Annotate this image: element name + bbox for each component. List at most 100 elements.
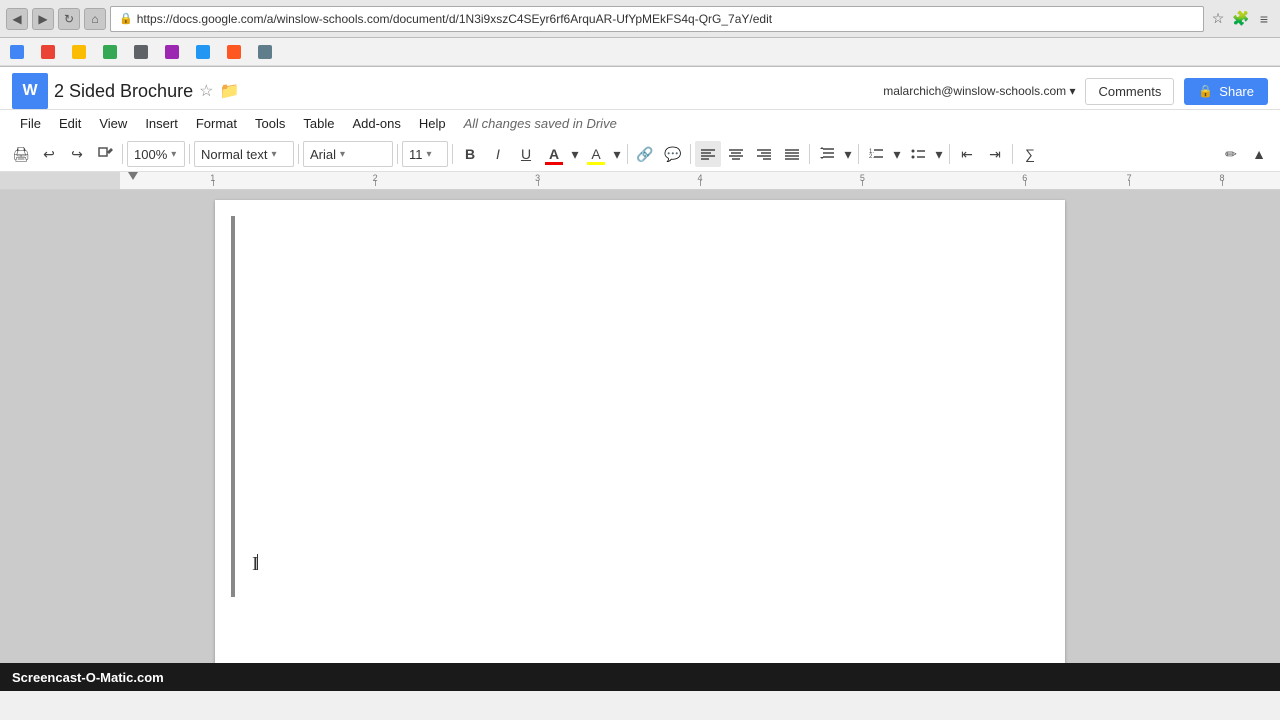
- sidebar-right: [1160, 190, 1280, 663]
- screencast-bar: Screencast-O-Matic.com: [0, 663, 1280, 691]
- line-spacing-button[interactable]: [814, 141, 840, 167]
- title-right: malarchich@winslow-schools.com ▾ Comment…: [883, 78, 1268, 105]
- align-left-button[interactable]: [695, 141, 721, 167]
- numbered-list-button[interactable]: 1.2.: [863, 141, 889, 167]
- menu-format[interactable]: Format: [188, 112, 245, 135]
- star-icon[interactable]: ☆: [199, 81, 213, 101]
- ruler-track: 1 2 3 4 5 6 7 8: [120, 172, 1280, 189]
- forward-button[interactable]: ▶: [32, 8, 54, 30]
- redo-button[interactable]: ↪: [64, 141, 90, 167]
- style-dropdown[interactable]: Normal text ▾: [194, 141, 294, 167]
- increase-indent-button[interactable]: ⇥: [982, 141, 1008, 167]
- separator-10: [949, 144, 950, 164]
- zoom-caret: ▾: [171, 149, 176, 160]
- comment-button[interactable]: 💬: [660, 141, 686, 167]
- ruler-num-2: 2: [373, 173, 378, 183]
- menu-file[interactable]: File: [12, 112, 49, 135]
- bookmark-item-2[interactable]: [35, 43, 64, 61]
- sidebar-left: [0, 190, 120, 663]
- docs-app: W 2 Sided Brochure ☆ 📁 malarchich@winslo…: [0, 67, 1280, 663]
- folder-icon[interactable]: 📁: [219, 81, 239, 101]
- align-right-button[interactable]: [751, 141, 777, 167]
- address-icon: 🔒: [119, 12, 133, 25]
- align-justify-button[interactable]: [779, 141, 805, 167]
- underline-button[interactable]: U: [513, 141, 539, 167]
- bookmark-item-5[interactable]: [128, 43, 157, 61]
- doc-table[interactable]: [231, 216, 235, 597]
- font-dropdown[interactable]: Arial ▾: [303, 141, 393, 167]
- menu-help[interactable]: Help: [411, 112, 454, 135]
- ruler: 1 2 3 4 5 6 7 8: [0, 172, 1280, 190]
- font-color-underline: [545, 162, 563, 165]
- star-bookmark-icon[interactable]: ☆: [1208, 9, 1228, 29]
- menu-addons[interactable]: Add-ons: [344, 112, 408, 135]
- lock-icon: 🔒: [1198, 84, 1213, 98]
- comments-button[interactable]: Comments: [1085, 78, 1174, 105]
- bookmark-item-6[interactable]: [159, 43, 188, 61]
- ruler-num-3: 3: [535, 173, 540, 183]
- separator-9: [858, 144, 859, 164]
- link-button[interactable]: 🔗: [632, 141, 658, 167]
- share-label: Share: [1219, 84, 1254, 99]
- ruler-num-4: 4: [697, 173, 702, 183]
- table-cell-3[interactable]: [234, 217, 235, 597]
- font-color-button[interactable]: A: [541, 141, 567, 167]
- separator-6: [627, 144, 628, 164]
- menu-view[interactable]: View: [91, 112, 135, 135]
- bookmark-item-8[interactable]: [221, 43, 250, 61]
- highlight-button[interactable]: A: [583, 141, 609, 167]
- back-button[interactable]: ◀: [6, 8, 28, 30]
- bulleted-list-button[interactable]: [905, 141, 931, 167]
- separator-11: [1012, 144, 1013, 164]
- print-button[interactable]: 🖨: [8, 141, 34, 167]
- doc-title-text[interactable]: 2 Sided Brochure: [54, 81, 193, 102]
- bold-button[interactable]: B: [457, 141, 483, 167]
- doc-content[interactable]: I: [120, 190, 1160, 663]
- bookmark-item-4[interactable]: [97, 43, 126, 61]
- menu-tools[interactable]: Tools: [247, 112, 293, 135]
- edit-mode-button[interactable]: ✏: [1218, 141, 1244, 167]
- zoom-value: 100%: [134, 147, 167, 162]
- screencast-text: Screencast-O-Matic.com: [12, 670, 164, 685]
- menu-table[interactable]: Table: [295, 112, 342, 135]
- font-color-caret[interactable]: ▾: [569, 141, 581, 167]
- menu-edit[interactable]: Edit: [51, 112, 89, 135]
- toolbar-right-buttons: ✏ ▲: [1218, 141, 1272, 167]
- bookmark-item-3[interactable]: [66, 43, 95, 61]
- i-beam-cursor: I: [252, 553, 259, 576]
- doc-page[interactable]: I: [215, 200, 1065, 663]
- style-caret: ▾: [271, 149, 276, 160]
- address-bar[interactable]: 🔒 https://docs.google.com/a/winslow-scho…: [110, 6, 1204, 32]
- formula-button[interactable]: ∑: [1017, 141, 1043, 167]
- bookmark-item[interactable]: [4, 43, 33, 61]
- bookmark-item-7[interactable]: [190, 43, 219, 61]
- user-email[interactable]: malarchich@winslow-schools.com ▾: [883, 84, 1075, 98]
- font-size-dropdown[interactable]: 11 ▾: [402, 141, 448, 167]
- menu-insert[interactable]: Insert: [137, 112, 186, 135]
- toolbar: 🖨 ↩ ↪ 100% ▾ Normal text ▾ Arial ▾ 11 ▾: [0, 137, 1280, 172]
- bookmark-item-9[interactable]: [252, 43, 281, 61]
- highlight-caret[interactable]: ▾: [611, 141, 623, 167]
- home-button[interactable]: ⌂: [84, 8, 106, 30]
- style-value: Normal text: [201, 147, 267, 162]
- zoom-dropdown[interactable]: 100% ▾: [127, 141, 185, 167]
- share-button[interactable]: 🔒 Share: [1184, 78, 1268, 105]
- line-spacing-caret[interactable]: ▾: [842, 141, 854, 167]
- bulleted-list-caret[interactable]: ▾: [933, 141, 945, 167]
- refresh-button[interactable]: ↻: [58, 8, 80, 30]
- collapse-toolbar-button[interactable]: ▲: [1246, 141, 1272, 167]
- ruler-num-5: 5: [860, 173, 865, 183]
- italic-button[interactable]: I: [485, 141, 511, 167]
- indent-marker[interactable]: [128, 172, 138, 180]
- ruler-num-8: 8: [1219, 173, 1224, 183]
- align-center-button[interactable]: [723, 141, 749, 167]
- decrease-indent-button[interactable]: ⇤: [954, 141, 980, 167]
- undo-button[interactable]: ↩: [36, 141, 62, 167]
- menu-bar: File Edit View Insert Format Tools Table…: [0, 110, 1280, 137]
- numbered-list-caret[interactable]: ▾: [891, 141, 903, 167]
- ruler-content: 1 2 3 4 5 6 7 8: [120, 172, 1280, 189]
- extensions-icon[interactable]: 🧩: [1231, 9, 1251, 29]
- settings-icon[interactable]: ≡: [1254, 9, 1274, 29]
- title-bar: W 2 Sided Brochure ☆ 📁 malarchich@winslo…: [0, 67, 1280, 110]
- paint-format-button[interactable]: [92, 141, 118, 167]
